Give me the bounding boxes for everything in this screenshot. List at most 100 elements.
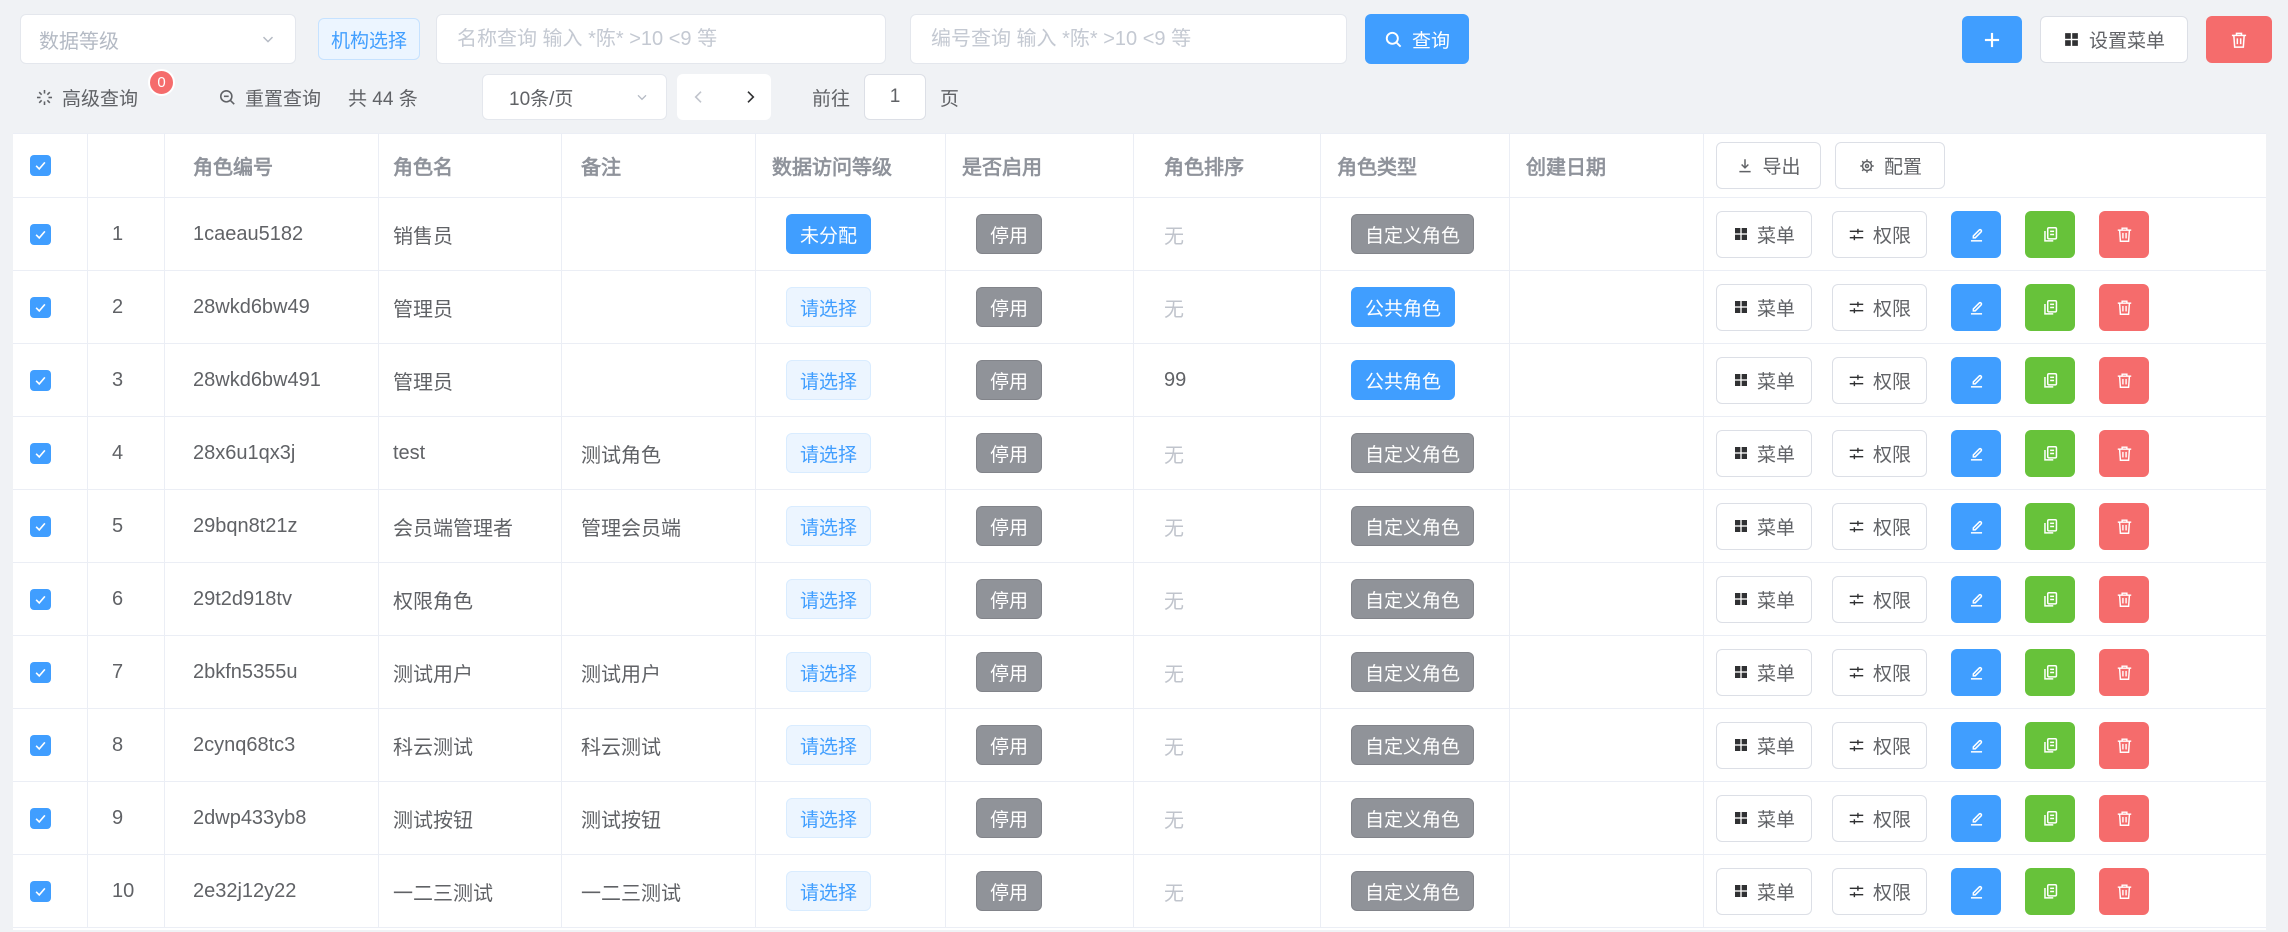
row-permission-button[interactable]: 权限 xyxy=(1832,576,1927,623)
data-access-tag[interactable]: 请选择 xyxy=(786,433,871,473)
row-menu-button[interactable]: 菜单 xyxy=(1716,211,1812,258)
table-row: 3 28wkd6bw491 管理员 请选择 停用 99 公共角色 菜单 xyxy=(13,344,2266,417)
row-permission-button[interactable]: 权限 xyxy=(1832,211,1927,258)
enabled-tag[interactable]: 停用 xyxy=(976,871,1042,911)
row-delete-button[interactable] xyxy=(2099,722,2149,769)
row-copy-button[interactable] xyxy=(2025,357,2075,404)
row-copy-button[interactable] xyxy=(2025,722,2075,769)
export-button[interactable]: 导出 xyxy=(1716,142,1821,189)
table-row: 1 1caeau5182 销售员 未分配 停用 无 自定义角色 菜单 xyxy=(13,198,2266,271)
row-menu-button[interactable]: 菜单 xyxy=(1716,430,1812,477)
row-edit-button[interactable] xyxy=(1951,503,2001,550)
row-checkbox[interactable] xyxy=(30,516,51,537)
enabled-tag[interactable]: 停用 xyxy=(976,506,1042,546)
data-access-tag[interactable]: 请选择 xyxy=(786,579,871,619)
row-checkbox[interactable] xyxy=(30,589,51,610)
row-copy-button[interactable] xyxy=(2025,430,2075,477)
row-copy-button[interactable] xyxy=(2025,211,2075,258)
row-delete-button[interactable] xyxy=(2099,503,2149,550)
row-copy-button[interactable] xyxy=(2025,795,2075,842)
advanced-query-button[interactable]: 高级查询 0 xyxy=(35,73,138,121)
data-access-tag[interactable]: 请选择 xyxy=(786,506,871,546)
row-permission-button[interactable]: 权限 xyxy=(1832,503,1927,550)
row-menu-button[interactable]: 菜单 xyxy=(1716,503,1812,550)
row-edit-button[interactable] xyxy=(1951,649,2001,696)
row-delete-button[interactable] xyxy=(2099,284,2149,331)
code-query-input[interactable] xyxy=(910,14,1347,64)
row-checkbox[interactable] xyxy=(30,881,51,902)
row-edit-button[interactable] xyxy=(1951,795,2001,842)
query-button[interactable]: 查询 xyxy=(1365,14,1469,64)
row-delete-button[interactable] xyxy=(2099,430,2149,477)
row-permission-button[interactable]: 权限 xyxy=(1832,722,1927,769)
data-access-tag[interactable]: 请选择 xyxy=(786,360,871,400)
row-copy-button[interactable] xyxy=(2025,868,2075,915)
row-delete-button[interactable] xyxy=(2099,795,2149,842)
row-edit-button[interactable] xyxy=(1951,430,2001,477)
data-access-tag[interactable]: 请选择 xyxy=(786,652,871,692)
row-delete-button[interactable] xyxy=(2099,868,2149,915)
row-copy-button[interactable] xyxy=(2025,284,2075,331)
row-copy-button[interactable] xyxy=(2025,649,2075,696)
data-level-select[interactable]: 数据等级 xyxy=(20,14,296,64)
row-permission-button[interactable]: 权限 xyxy=(1832,430,1927,477)
row-delete-button[interactable] xyxy=(2099,576,2149,623)
row-menu-button[interactable]: 菜单 xyxy=(1716,795,1812,842)
enabled-tag[interactable]: 停用 xyxy=(976,287,1042,327)
row-menu-button[interactable]: 菜单 xyxy=(1716,722,1812,769)
row-checkbox[interactable] xyxy=(30,370,51,391)
enabled-tag[interactable]: 停用 xyxy=(976,433,1042,473)
goto-page-input[interactable] xyxy=(864,74,926,120)
row-menu-button[interactable]: 菜单 xyxy=(1716,284,1812,331)
row-checkbox[interactable] xyxy=(30,662,51,683)
row-edit-button[interactable] xyxy=(1951,211,2001,258)
role-code: 2dwp433yb8 xyxy=(193,807,306,830)
enabled-tag[interactable]: 停用 xyxy=(976,725,1042,765)
row-edit-button[interactable] xyxy=(1951,722,2001,769)
row-edit-button[interactable] xyxy=(1951,576,2001,623)
menu-setting-button[interactable]: 设置菜单 xyxy=(2040,16,2188,63)
enabled-tag[interactable]: 停用 xyxy=(976,798,1042,838)
data-access-tag[interactable]: 请选择 xyxy=(786,798,871,838)
row-checkbox[interactable] xyxy=(30,297,51,318)
config-button[interactable]: 配置 xyxy=(1835,142,1945,189)
prev-page-button[interactable] xyxy=(677,74,720,120)
select-all-checkbox[interactable] xyxy=(30,155,51,176)
row-checkbox[interactable] xyxy=(30,443,51,464)
row-copy-button[interactable] xyxy=(2025,503,2075,550)
row-permission-button[interactable]: 权限 xyxy=(1832,649,1927,696)
data-access-tag[interactable]: 请选择 xyxy=(786,725,871,765)
add-button[interactable] xyxy=(1962,16,2022,63)
data-access-tag[interactable]: 请选择 xyxy=(786,871,871,911)
data-access-tag[interactable]: 未分配 xyxy=(786,214,871,254)
row-copy-button[interactable] xyxy=(2025,576,2075,623)
row-menu-button[interactable]: 菜单 xyxy=(1716,649,1812,696)
row-menu-button[interactable]: 菜单 xyxy=(1716,868,1812,915)
next-page-button[interactable] xyxy=(728,74,771,120)
page-size-select[interactable]: 10条/页 xyxy=(482,74,667,120)
name-query-input[interactable] xyxy=(436,14,886,64)
row-delete-button[interactable] xyxy=(2099,357,2149,404)
batch-delete-button[interactable] xyxy=(2206,16,2272,63)
row-delete-button[interactable] xyxy=(2099,211,2149,258)
data-access-tag[interactable]: 请选择 xyxy=(786,287,871,327)
row-checkbox[interactable] xyxy=(30,735,51,756)
row-checkbox[interactable] xyxy=(30,808,51,829)
org-select-button[interactable]: 机构选择 xyxy=(318,18,420,60)
enabled-tag[interactable]: 停用 xyxy=(976,214,1042,254)
row-delete-button[interactable] xyxy=(2099,649,2149,696)
row-menu-button[interactable]: 菜单 xyxy=(1716,576,1812,623)
row-permission-button[interactable]: 权限 xyxy=(1832,795,1927,842)
row-edit-button[interactable] xyxy=(1951,868,2001,915)
enabled-tag[interactable]: 停用 xyxy=(976,579,1042,619)
row-permission-button[interactable]: 权限 xyxy=(1832,868,1927,915)
reset-query-button[interactable]: 重置查询 xyxy=(218,73,321,121)
row-menu-button[interactable]: 菜单 xyxy=(1716,357,1812,404)
row-checkbox[interactable] xyxy=(30,224,51,245)
enabled-tag[interactable]: 停用 xyxy=(976,652,1042,692)
row-edit-button[interactable] xyxy=(1951,284,2001,331)
enabled-tag[interactable]: 停用 xyxy=(976,360,1042,400)
row-edit-button[interactable] xyxy=(1951,357,2001,404)
row-permission-button[interactable]: 权限 xyxy=(1832,284,1927,331)
row-permission-button[interactable]: 权限 xyxy=(1832,357,1927,404)
